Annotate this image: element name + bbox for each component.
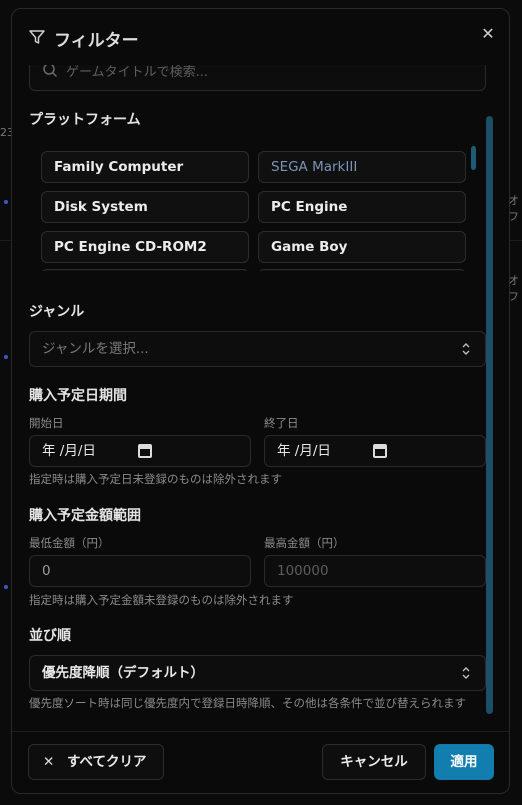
calendar-icon[interactable] bbox=[373, 444, 387, 458]
dialog-scrollbar[interactable] bbox=[486, 116, 493, 714]
min-price-input[interactable]: 0 bbox=[29, 555, 251, 587]
sort-select[interactable]: 優先度降順（デフォルト） bbox=[29, 655, 486, 691]
end-date-label: 終了日 bbox=[264, 416, 299, 430]
platform-scrollbar[interactable] bbox=[471, 146, 476, 170]
end-date-value: 年 /月/日 bbox=[277, 443, 331, 459]
background-divider bbox=[0, 240, 11, 241]
platform-chip[interactable]: Disk System bbox=[41, 191, 249, 223]
genre-label: ジャンル bbox=[29, 304, 85, 320]
platform-chip[interactable]: PC Engine bbox=[258, 191, 466, 223]
search-input[interactable]: ゲームタイトルで検索... bbox=[29, 65, 486, 91]
chevron-up-down-icon bbox=[462, 667, 470, 679]
start-date-input[interactable]: 年 /月/日 bbox=[29, 435, 251, 467]
clear-all-button[interactable]: ✕ すべてクリア bbox=[28, 744, 164, 780]
price-range-label: 購入予定金額範囲 bbox=[29, 508, 141, 524]
apply-button[interactable]: 適用 bbox=[434, 744, 494, 780]
background-text: オフ bbox=[508, 194, 519, 223]
min-price-label: 最低金額（円） bbox=[29, 536, 110, 550]
platform-chip[interactable]: PC Engine CD-ROM2 bbox=[41, 231, 249, 263]
platform-chip[interactable]: SEGA MarkIII bbox=[258, 151, 466, 183]
genre-placeholder: ジャンルを選択... bbox=[42, 341, 149, 357]
end-date-input[interactable]: 年 /月/日 bbox=[264, 435, 486, 467]
dialog-header: フィルター ✕ bbox=[12, 9, 509, 65]
max-price-placeholder: 100000 bbox=[277, 563, 329, 579]
platform-chip-partial[interactable] bbox=[258, 269, 466, 271]
filter-icon bbox=[29, 30, 45, 44]
sort-value: 優先度降順（デフォルト） bbox=[42, 665, 204, 681]
filter-dialog: フィルター ✕ ゲームタイトルで検索... プラットフォーム Family Co… bbox=[11, 8, 510, 794]
chevron-up-down-icon bbox=[462, 343, 470, 355]
clear-all-label: すべてクリア bbox=[67, 754, 147, 770]
platform-label: プラットフォーム bbox=[29, 112, 141, 128]
sort-hint: 優先度ソート時は同じ優先度内で登録日時降順、その他は各条件で並び替えられます bbox=[29, 696, 466, 710]
background-divider bbox=[510, 240, 522, 241]
platform-chip-partial[interactable] bbox=[41, 269, 249, 271]
search-placeholder: ゲームタイトルで検索... bbox=[66, 65, 209, 80]
cancel-button[interactable]: キャンセル bbox=[322, 744, 426, 780]
close-icon[interactable]: ✕ bbox=[478, 24, 498, 44]
background-dot bbox=[4, 355, 8, 359]
min-price-value: 0 bbox=[42, 563, 51, 579]
start-date-value: 年 /月/日 bbox=[42, 443, 96, 459]
background-dot bbox=[4, 200, 8, 204]
filter-scroll-area[interactable]: ゲームタイトルで検索... プラットフォーム Family Computer S… bbox=[12, 65, 509, 729]
max-price-input[interactable]: 100000 bbox=[264, 555, 486, 587]
background-text: オフ bbox=[508, 274, 519, 303]
sort-label: 並び順 bbox=[29, 628, 71, 644]
price-range-hint: 指定時は購入予定金額未登録のものは除外されます bbox=[29, 593, 294, 607]
platform-chip[interactable]: Family Computer bbox=[41, 151, 249, 183]
background-dot bbox=[4, 585, 8, 589]
purchase-date-hint: 指定時は購入予定日未登録のものは除外されます bbox=[29, 472, 282, 486]
platform-list[interactable]: Family Computer SEGA MarkIII Disk System… bbox=[29, 133, 489, 271]
purchase-date-label: 購入予定日期間 bbox=[29, 388, 127, 404]
start-date-label: 開始日 bbox=[29, 416, 64, 430]
search-icon bbox=[43, 65, 58, 78]
footer-divider bbox=[12, 731, 509, 732]
genre-select[interactable]: ジャンルを選択... bbox=[29, 331, 486, 367]
dialog-title: フィルター bbox=[54, 31, 139, 51]
max-price-label: 最高金額（円） bbox=[264, 536, 345, 550]
calendar-icon[interactable] bbox=[138, 444, 152, 458]
close-icon: ✕ bbox=[43, 754, 55, 770]
platform-chip[interactable]: Game Boy bbox=[258, 231, 466, 263]
